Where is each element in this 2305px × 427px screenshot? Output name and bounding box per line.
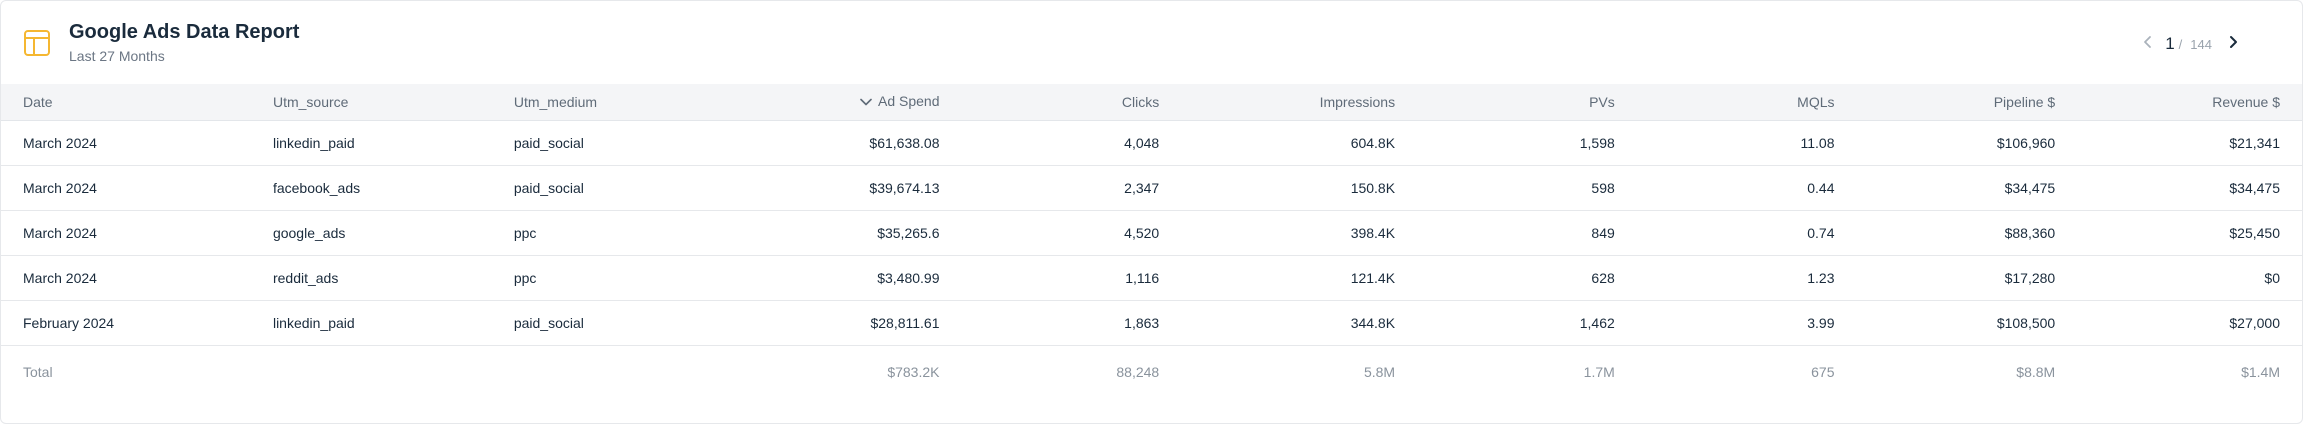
table-row: March 2024 facebook_ads paid_social $39,… xyxy=(1,165,2302,211)
total-pvs: 1.7M xyxy=(1583,363,1615,380)
total-ad-spend: $783.2K xyxy=(887,363,940,380)
cell-revenue: $27,000 xyxy=(2077,300,2302,346)
cell-pvs: 849 xyxy=(1417,210,1637,256)
table-row: March 2024 reddit_ads ppc $3,480.99 1,11… xyxy=(1,255,2302,301)
column-header-pipeline[interactable]: Pipeline $ xyxy=(1856,84,2078,121)
cell-pvs: 1,462 xyxy=(1417,300,1637,346)
column-header-clicks[interactable]: Clicks xyxy=(961,84,1182,121)
cell-revenue: $34,475 xyxy=(2077,165,2302,211)
cell-clicks: 2,347 xyxy=(961,165,1182,211)
cell-mqls: 1.23 xyxy=(1636,255,1857,301)
cell-utm-medium: ppc xyxy=(491,255,742,301)
cell-mqls: 0.74 xyxy=(1636,210,1857,256)
total-utm-source xyxy=(251,345,492,398)
table-header-row: Date Utm_source Utm_medium Ad Spend Clic… xyxy=(1,84,2302,121)
cell-utm-medium: paid_social xyxy=(491,120,742,166)
cell-impressions: 121.4K xyxy=(1181,255,1418,301)
table-row: March 2024 google_ads ppc $35,265.6 4,52… xyxy=(1,210,2302,256)
column-header-utm-source[interactable]: Utm_source xyxy=(250,84,492,121)
cell-clicks: 4,520 xyxy=(961,210,1182,256)
column-header-date[interactable]: Date xyxy=(1,84,251,121)
cell-utm-medium: paid_social xyxy=(491,300,742,346)
total-utm-medium xyxy=(492,345,742,398)
cell-pipeline: $108,500 xyxy=(1856,300,2078,346)
cell-date: February 2024 xyxy=(1,300,251,346)
cell-impressions: 398.4K xyxy=(1181,210,1418,256)
cell-pvs: 1,598 xyxy=(1417,120,1637,166)
cell-pvs: 598 xyxy=(1417,165,1637,211)
cell-pvs: 628 xyxy=(1417,255,1637,301)
cell-date: March 2024 xyxy=(1,120,251,166)
table-row: March 2024 linkedin_paid paid_social $61… xyxy=(1,120,2302,166)
cell-utm-medium: paid_social xyxy=(491,165,742,211)
total-label: Total xyxy=(23,363,53,380)
cell-pipeline: $17,280 xyxy=(1856,255,2078,301)
page-separator: / xyxy=(2178,36,2183,52)
column-header-pvs[interactable]: PVs xyxy=(1417,84,1637,121)
cell-mqls: 3.99 xyxy=(1636,300,1857,346)
cell-utm-source: linkedin_paid xyxy=(250,120,492,166)
cell-utm-source: linkedin_paid xyxy=(250,300,492,346)
cell-utm-source: reddit_ads xyxy=(250,255,492,301)
cell-date: March 2024 xyxy=(1,210,251,256)
total-clicks: 88,248 xyxy=(1116,363,1160,380)
cell-date: March 2024 xyxy=(1,255,251,301)
cell-clicks: 1,863 xyxy=(961,300,1182,346)
table-row: February 2024 linkedin_paid paid_social … xyxy=(1,300,2302,346)
cell-revenue: $21,341 xyxy=(2077,120,2302,166)
cell-ad-spend: $3,480.99 xyxy=(741,255,962,301)
column-header-revenue[interactable]: Revenue $ xyxy=(2077,84,2302,121)
cell-mqls: 0.44 xyxy=(1636,165,1857,211)
total-revenue: $1.4M xyxy=(2241,363,2280,380)
report-title: Google Ads Data Report xyxy=(69,21,300,43)
total-pipeline: $8.8M xyxy=(2016,363,2056,380)
cell-date: March 2024 xyxy=(1,165,251,211)
cell-mqls: 11.08 xyxy=(1636,120,1857,166)
data-table: Date Utm_source Utm_medium Ad Spend Clic… xyxy=(1,84,2302,398)
cell-impressions: 344.8K xyxy=(1181,300,1418,346)
report-header: Google Ads Data Report Last 27 Months 1 … xyxy=(1,1,2302,83)
total-mqls: 675 xyxy=(1811,363,1835,380)
ad-spend-label: Ad Spend xyxy=(878,93,940,110)
cell-ad-spend: $28,811.61 xyxy=(741,300,962,346)
cell-pipeline: $88,360 xyxy=(1856,210,2078,256)
next-page-button[interactable] xyxy=(2222,33,2244,55)
cell-utm-source: google_ads xyxy=(250,210,492,256)
previous-page-button[interactable] xyxy=(2137,33,2159,55)
pagination: 1 / 144 xyxy=(2137,32,2244,56)
cell-pipeline: $106,960 xyxy=(1856,120,2078,166)
current-page: 1 xyxy=(2165,34,2175,53)
total-impressions: 5.8M xyxy=(1363,363,1396,380)
column-header-mqls[interactable]: MQLs xyxy=(1636,84,1857,121)
table-icon xyxy=(23,29,51,57)
cell-utm-medium: ppc xyxy=(491,210,742,256)
cell-ad-spend: $61,638.08 xyxy=(741,120,962,166)
column-header-utm-medium[interactable]: Utm_medium xyxy=(491,84,742,121)
sort-descending-icon xyxy=(860,93,872,109)
chevron-right-icon xyxy=(2227,35,2239,54)
column-header-impressions[interactable]: Impressions xyxy=(1181,84,1418,121)
report-subtitle: Last 27 Months xyxy=(69,48,165,64)
cell-impressions: 150.8K xyxy=(1181,165,1418,211)
cell-revenue: $0 xyxy=(2077,255,2302,301)
cell-utm-source: facebook_ads xyxy=(250,165,492,211)
total-pages: 144 xyxy=(2190,36,2212,52)
cell-clicks: 1,116 xyxy=(961,255,1182,301)
cell-clicks: 4,048 xyxy=(961,120,1182,166)
total-row: Total $783.2K 88,248 5.8M 1.7M 675 $8.8M… xyxy=(1,345,2302,398)
report-card: Google Ads Data Report Last 27 Months 1 … xyxy=(0,0,2303,424)
cell-ad-spend: $39,674.13 xyxy=(741,165,962,211)
chevron-left-icon xyxy=(2142,35,2154,54)
cell-revenue: $25,450 xyxy=(2077,210,2302,256)
cell-impressions: 604.8K xyxy=(1181,120,1418,166)
cell-ad-spend: $35,265.6 xyxy=(741,210,962,256)
column-header-ad-spend[interactable]: Ad Spend xyxy=(741,84,962,121)
cell-pipeline: $34,475 xyxy=(1856,165,2078,211)
